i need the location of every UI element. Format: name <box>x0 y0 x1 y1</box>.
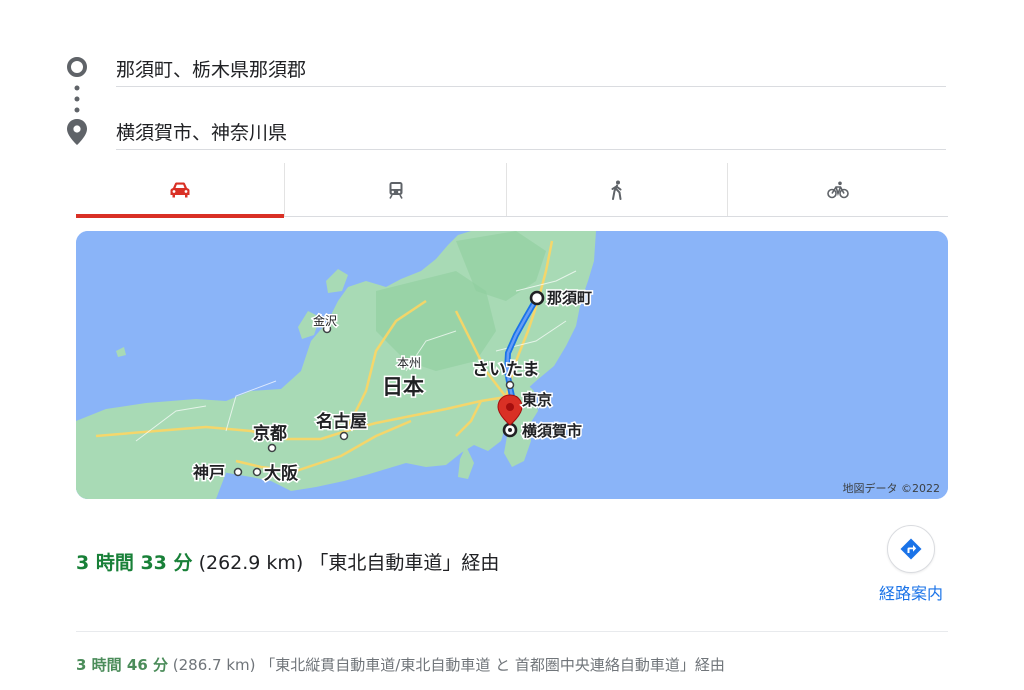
destination-field[interactable]: 横須賀市、神奈川県 <box>116 119 946 150</box>
divider <box>76 631 948 632</box>
car-icon <box>170 182 190 197</box>
bicycle-icon <box>827 181 849 198</box>
map-label-nihon: 日本 <box>382 375 424 399</box>
route-map[interactable]: 那須町 金沢 本州 日本 さいたま 東京 名古屋 京都 横須賀市 神戸 大阪 地… <box>76 231 948 499</box>
tab-cycling[interactable] <box>728 163 948 216</box>
tab-walking[interactable] <box>507 163 727 216</box>
route-dots-icon <box>74 85 80 113</box>
map-label-saitama: さいたま <box>472 360 540 380</box>
walking-icon <box>611 180 622 200</box>
map-attribution: 地図データ ©2022 <box>843 481 941 495</box>
alt-route-via: 「東北縦貫自動車道/東北自動車道 と 首都圏中央連絡自動車道」経由 <box>260 656 725 674</box>
alt-route-time: 3 時間 46 分 <box>76 656 168 674</box>
turn-right-arrow-icon <box>900 538 922 560</box>
map-label-yokosuka: 横須賀市 <box>522 422 582 440</box>
map-marker-nasu <box>529 290 545 306</box>
destination-text: 横須賀市、神奈川県 <box>116 122 288 144</box>
primary-route-summary[interactable]: 3 時間 33 分 (262.9 km) 「東北自動車道」経由 <box>76 548 499 575</box>
map-label-nagoya: 名古屋 <box>316 411 367 432</box>
origin-field[interactable]: 那須町、栃木県那須郡 <box>116 56 946 87</box>
origin-circle-icon <box>67 57 87 77</box>
tab-driving[interactable] <box>76 163 284 216</box>
origin-text: 那須町、栃木県那須郡 <box>116 59 307 81</box>
map-label-osaka: 大阪 <box>264 463 298 484</box>
primary-route-distance: (262.9 km) <box>198 552 304 574</box>
tab-transit[interactable] <box>285 163 506 216</box>
primary-route-via: 「東北自動車道」経由 <box>309 552 500 574</box>
map-label-nasu: 那須町 <box>547 289 592 307</box>
active-tab-indicator <box>76 214 284 218</box>
primary-route-time: 3 時間 33 分 <box>76 552 193 574</box>
alternative-route-summary[interactable]: 3 時間 46 分 (286.7 km) 「東北縦貫自動車道/東北自動車道 と … <box>76 654 725 675</box>
train-icon <box>388 181 403 199</box>
map-label-kyoto: 京都 <box>253 423 287 444</box>
map-label-tokyo: 東京 <box>522 391 552 409</box>
travel-mode-tabs <box>76 163 948 218</box>
destination-pin-icon <box>67 119 87 145</box>
map-label-kobe: 神戸 <box>193 463 225 482</box>
map-label-kanazawa: 金沢 <box>313 313 337 328</box>
directions-button[interactable] <box>887 525 935 573</box>
alt-route-distance: (286.7 km) <box>172 656 256 674</box>
directions-label[interactable]: 経路案内 <box>862 580 960 604</box>
map-label-honshu: 本州 <box>397 356 421 370</box>
